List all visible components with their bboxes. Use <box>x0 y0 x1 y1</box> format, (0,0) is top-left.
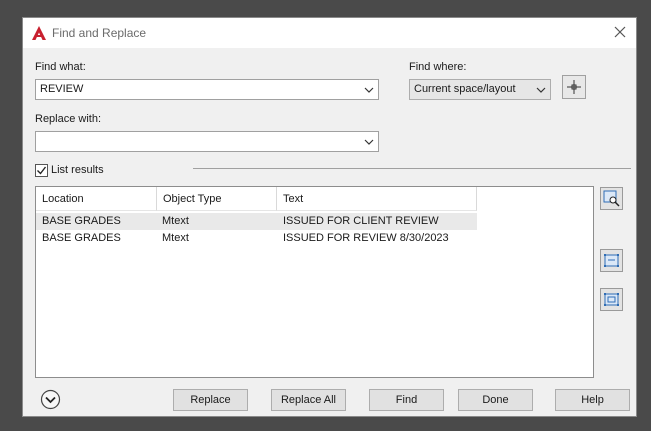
find-where-value: Current space/layout <box>414 83 516 95</box>
zoom-to-object-icon <box>603 190 620 207</box>
expand-options-icon[interactable] <box>40 389 61 410</box>
create-selection-set-all-button[interactable] <box>600 288 623 311</box>
crosshair-icon <box>567 80 581 94</box>
cell-location: BASE GRADES <box>42 232 121 244</box>
column-header-location[interactable]: Location <box>36 187 157 211</box>
divider <box>193 168 631 169</box>
close-icon[interactable] <box>612 24 628 40</box>
cell-object-type: Mtext <box>162 215 189 227</box>
autocad-logo-icon <box>32 26 46 40</box>
find-where-select[interactable]: Current space/layout <box>409 79 551 100</box>
table-row[interactable]: BASE GRADES Mtext ISSUED FOR REVIEW 8/30… <box>36 230 477 247</box>
cell-text: ISSUED FOR REVIEW 8/30/2023 <box>283 232 449 244</box>
cell-text: ISSUED FOR CLIENT REVIEW <box>283 215 439 227</box>
help-button[interactable]: Help <box>555 389 630 411</box>
replace-button[interactable]: Replace <box>173 389 248 411</box>
create-selection-set-button[interactable] <box>600 249 623 272</box>
replace-all-button[interactable]: Replace All <box>271 389 346 411</box>
select-objects-button[interactable] <box>562 75 586 99</box>
table-row[interactable]: BASE GRADES Mtext ISSUED FOR CLIENT REVI… <box>36 213 477 230</box>
cell-location: BASE GRADES <box>42 215 121 227</box>
replace-with-label: Replace with: <box>35 113 102 125</box>
checkmark-icon <box>37 166 47 175</box>
results-table[interactable]: Location Object Type Text BASE GRADES Mt… <box>35 186 594 378</box>
zoom-to-button[interactable] <box>600 187 623 210</box>
window-title: Find and Replace <box>52 26 147 40</box>
cell-object-type: Mtext <box>162 232 189 244</box>
find-what-value: REVIEW <box>40 83 84 95</box>
chevron-down-icon[interactable] <box>364 85 374 95</box>
column-header-text[interactable]: Text <box>277 187 477 211</box>
chevron-down-icon[interactable] <box>364 137 374 147</box>
find-button[interactable]: Find <box>369 389 444 411</box>
find-what-label: Find what: <box>35 61 86 73</box>
create-selection-set-icon <box>604 254 619 267</box>
title-bar: Find and Replace <box>23 18 636 48</box>
column-header-object-type[interactable]: Object Type <box>157 187 277 211</box>
find-what-combo[interactable]: REVIEW <box>35 79 379 100</box>
create-selection-set-all-icon <box>604 293 619 306</box>
done-button[interactable]: Done <box>458 389 533 411</box>
list-results-checkbox[interactable] <box>35 164 48 177</box>
replace-with-combo[interactable] <box>35 131 379 152</box>
find-where-label: Find where: <box>409 61 467 73</box>
find-replace-dialog: Find and Replace Find what: REVIEW Find … <box>22 17 637 417</box>
list-results-label[interactable]: List results <box>51 164 104 176</box>
chevron-down-icon[interactable] <box>536 85 546 95</box>
